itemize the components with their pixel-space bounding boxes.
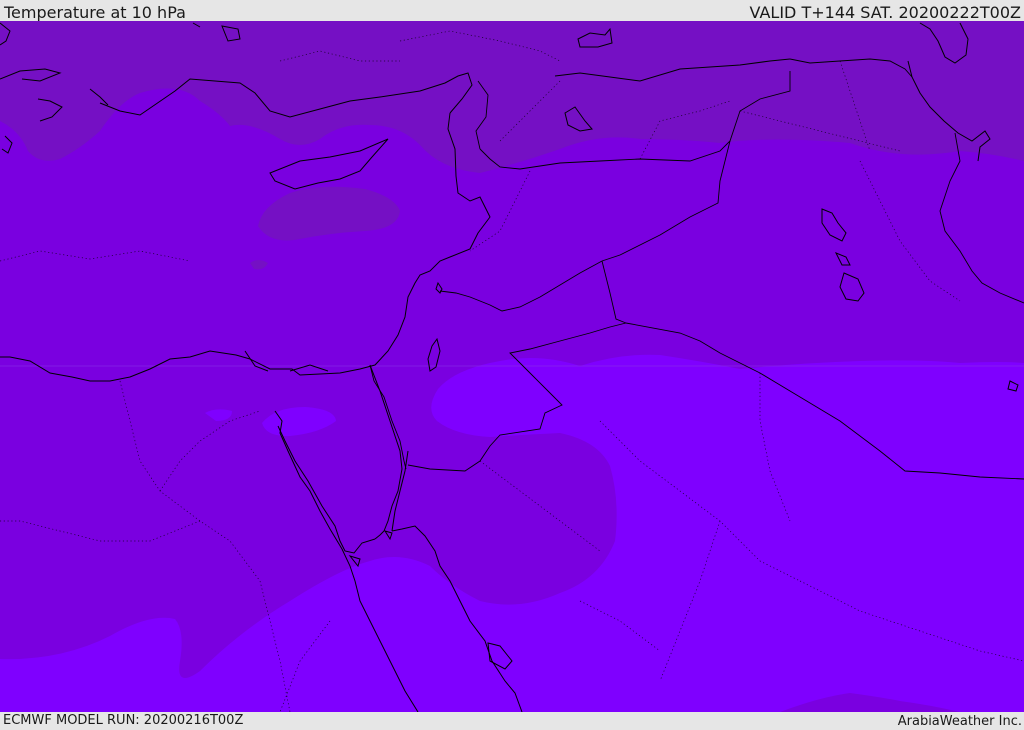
map-title: Temperature at 10 hPa [4,3,186,22]
credit: ArabiaWeather Inc. [897,714,1022,729]
model-run: ECMWF MODEL RUN: 20200216T00Z [3,713,244,728]
temperature-map [0,21,1024,712]
valid-time: VALID T+144 SAT. 20200222T00Z [749,3,1021,22]
map-header: Temperature at 10 hPa VALID T+144 SAT. 2… [0,0,1024,22]
map-footer: ECMWF MODEL RUN: 20200216T00Z ArabiaWeat… [0,712,1024,729]
map-canvas [0,21,1024,712]
